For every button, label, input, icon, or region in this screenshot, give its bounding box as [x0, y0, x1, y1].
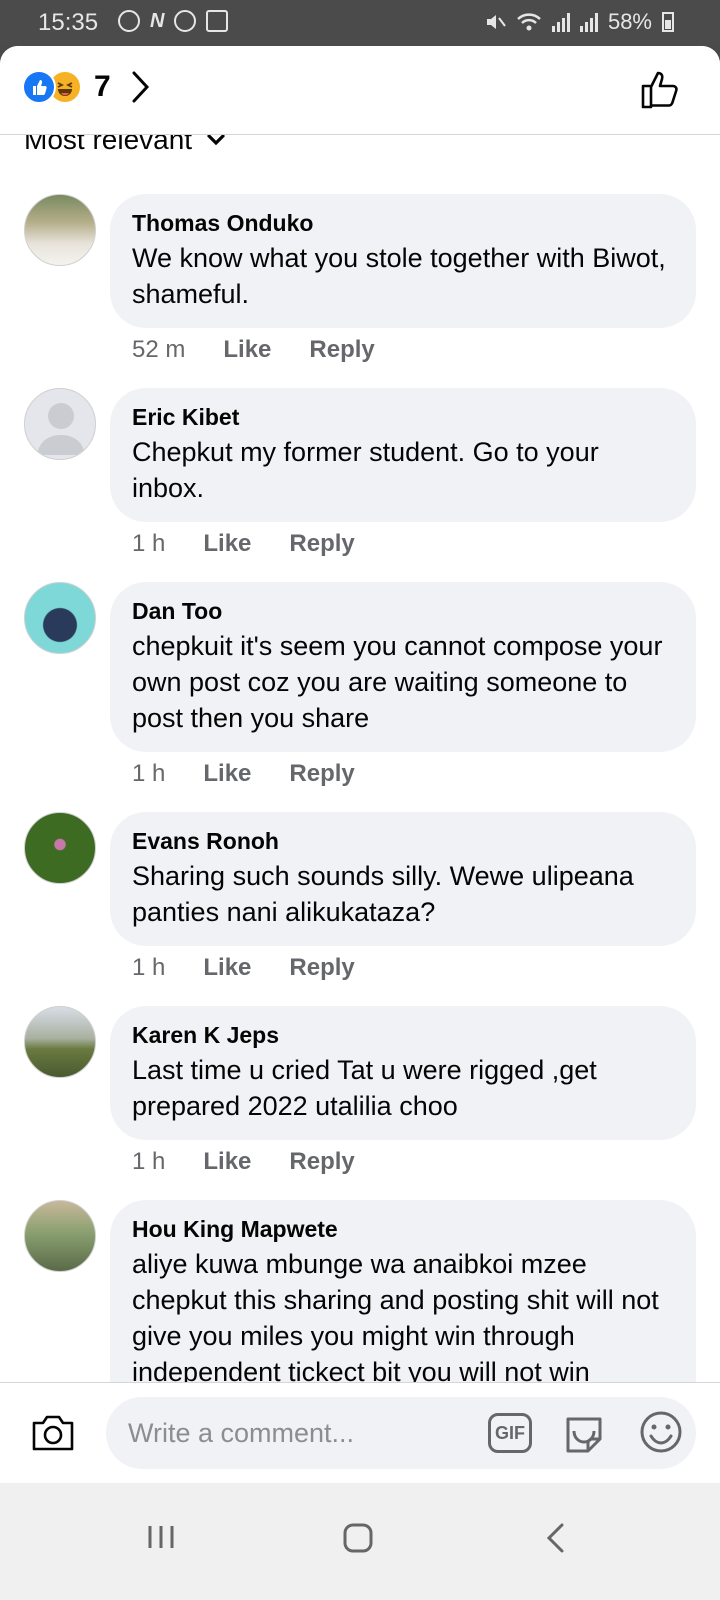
- system-icons: 58%: [484, 9, 674, 35]
- signal-2-icon: [579, 12, 598, 32]
- comment-composer: GIF: [0, 1382, 720, 1483]
- comment-text: aliye kuwa mbunge wa anaibkoi mzee chepk…: [132, 1249, 659, 1387]
- comment-author[interactable]: Hou King Mapwete: [132, 1214, 674, 1244]
- like-button[interactable]: Like: [203, 530, 251, 558]
- avatar[interactable]: [24, 1200, 96, 1272]
- comment-time: 52 m: [132, 336, 186, 363]
- comment-author[interactable]: Karen K Jeps: [132, 1020, 674, 1050]
- comment-actions: 1 h Like Reply: [132, 954, 355, 982]
- avatar[interactable]: [24, 1006, 96, 1078]
- comment-actions: 1 h Like Reply: [132, 760, 355, 788]
- back-icon[interactable]: [544, 1522, 566, 1554]
- comment-text: chepkuit it's seem you cannot compose yo…: [132, 631, 663, 733]
- comment-time: 1 h: [132, 760, 166, 787]
- sheet-header: 7: [0, 46, 720, 135]
- like-button[interactable]: Like: [203, 954, 251, 982]
- emoji-icon[interactable]: [638, 1409, 684, 1455]
- reply-button[interactable]: Reply: [289, 760, 354, 788]
- comment-text: Chepkut my former student. Go to your in…: [132, 437, 599, 503]
- avatar[interactable]: [24, 194, 96, 266]
- gif-button[interactable]: GIF: [488, 1413, 532, 1453]
- wifi-icon: [517, 13, 541, 31]
- comment-actions: 1 h Like Reply: [132, 530, 355, 558]
- status-time: 15:35: [38, 9, 99, 36]
- comment-author[interactable]: Eric Kibet: [132, 402, 674, 432]
- signal-1-icon: [551, 12, 570, 32]
- comment-text: We know what you stole together with Biw…: [132, 243, 666, 309]
- home-icon[interactable]: [342, 1522, 374, 1554]
- reaction-count: 7: [94, 70, 111, 103]
- comment-actions: 52 m Like Reply: [132, 336, 375, 364]
- reactions-summary[interactable]: 7: [22, 70, 151, 104]
- avatar[interactable]: [24, 582, 96, 654]
- avatar[interactable]: [24, 812, 96, 884]
- reply-button[interactable]: Reply: [309, 336, 374, 364]
- chevron-down-icon: [207, 134, 225, 146]
- comment-input[interactable]: [106, 1397, 696, 1469]
- comment-bubble[interactable]: Eric Kibet Chepkut my former student. Go…: [110, 388, 696, 522]
- facebook-notification-icon: [118, 10, 140, 32]
- battery-icon: [662, 12, 674, 32]
- like-button[interactable]: Like: [203, 1148, 251, 1176]
- comment-bubble[interactable]: Evans Ronoh Sharing such sounds silly. W…: [110, 812, 696, 946]
- sticker-icon[interactable]: [562, 1411, 606, 1455]
- comment-actions: 1 h Like Reply: [132, 1148, 355, 1176]
- thumbs-up-icon[interactable]: [640, 68, 682, 110]
- comment-time: 1 h: [132, 1148, 166, 1175]
- chevron-right-icon: [132, 71, 149, 103]
- battery-percent: 58%: [607, 9, 652, 34]
- reply-button[interactable]: Reply: [289, 530, 354, 558]
- comment-time: 1 h: [132, 954, 166, 981]
- status-bar: 15:35 N 58%: [0, 0, 720, 46]
- comment-text: Sharing such sounds silly. Wewe ulipeana…: [132, 861, 634, 927]
- comments-sheet: 7 Most relevant Thomas Onduko We know wh…: [0, 46, 720, 1510]
- whatsapp-notification-icon: [174, 10, 197, 32]
- reply-button[interactable]: Reply: [289, 954, 354, 982]
- comment-bubble[interactable]: Karen K Jeps Last time u cried Tat u wer…: [110, 1006, 696, 1140]
- comment-author[interactable]: Dan Too: [132, 596, 674, 626]
- default-avatar-icon: [37, 403, 85, 455]
- n-notification-icon: N: [150, 10, 165, 32]
- camera-icon[interactable]: [30, 1413, 76, 1453]
- recent-apps-icon[interactable]: [146, 1522, 176, 1552]
- comment-bubble[interactable]: Dan Too chepkuit it's seem you cannot co…: [110, 582, 696, 752]
- mute-icon: [486, 15, 506, 29]
- comment-time: 1 h: [132, 530, 166, 557]
- comment-author[interactable]: Thomas Onduko: [132, 208, 674, 238]
- like-button[interactable]: Like: [223, 336, 271, 364]
- avatar[interactable]: [24, 388, 96, 460]
- like-button[interactable]: Like: [203, 760, 251, 788]
- like-reaction-icon: [22, 70, 56, 104]
- navigation-bar: [0, 1482, 720, 1600]
- reply-button[interactable]: Reply: [289, 1148, 354, 1176]
- notification-icons: N: [118, 10, 229, 32]
- comment-text: Last time u cried Tat u were rigged ,get…: [132, 1055, 597, 1121]
- gallery-notification-icon: [206, 10, 229, 32]
- comment-bubble[interactable]: Thomas Onduko We know what you stole tog…: [110, 194, 696, 328]
- comment-author[interactable]: Evans Ronoh: [132, 826, 674, 856]
